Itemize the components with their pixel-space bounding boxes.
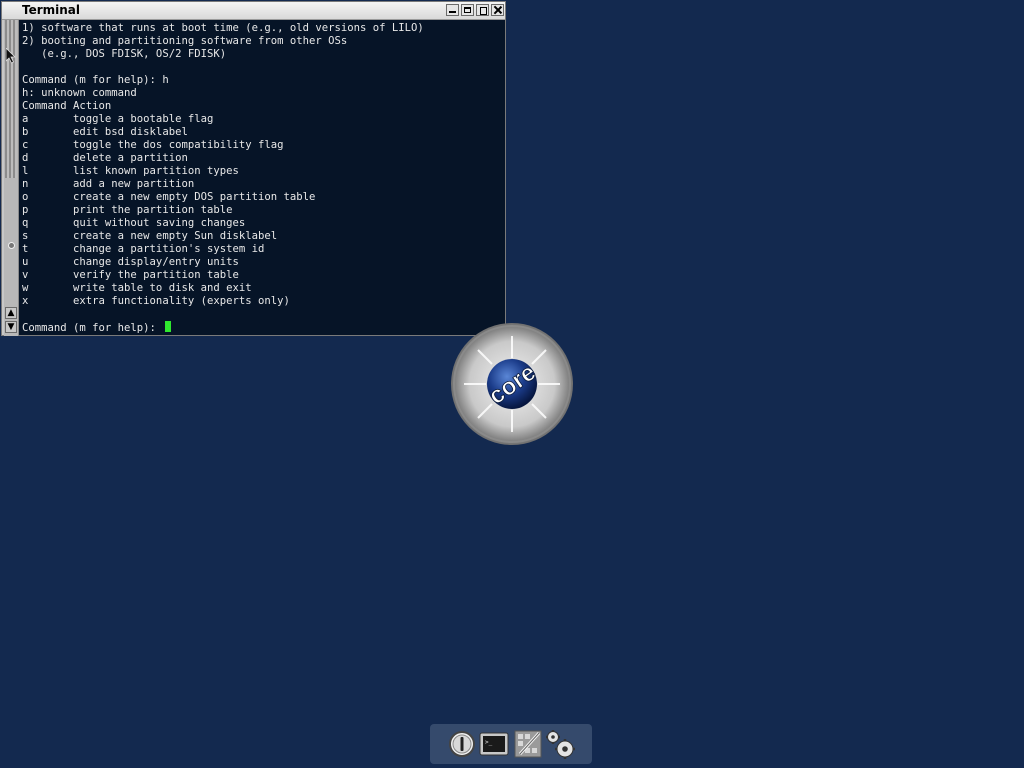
terminal-line: n add a new partition xyxy=(22,178,195,190)
terminal-output[interactable]: 1) software that runs at boot time (e.g.… xyxy=(19,20,505,335)
terminal-line: 2) booting and partitioning software fro… xyxy=(22,35,348,47)
terminal-line: t change a partition's system id xyxy=(22,243,265,255)
terminal-line: p print the partition table xyxy=(22,204,233,216)
shade-button[interactable] xyxy=(476,4,489,16)
window-titlebar[interactable]: Terminal xyxy=(2,2,505,20)
settings-gears-icon[interactable] xyxy=(544,728,576,760)
scroll-down-button[interactable]: ▼ xyxy=(5,321,17,333)
terminal-line: 1) software that runs at boot time (e.g.… xyxy=(22,22,424,34)
terminal-line: Command (m for help): h xyxy=(22,74,169,86)
terminal-line: u change display/entry units xyxy=(22,256,239,268)
window-title: Terminal xyxy=(22,3,81,17)
scroll-up-button[interactable]: ▲ xyxy=(5,307,17,319)
terminal-line: l list known partition types xyxy=(22,165,239,177)
dock: >_ xyxy=(430,724,592,764)
close-button[interactable] xyxy=(491,4,504,16)
terminal-line: c toggle the dos compatibility flag xyxy=(22,139,284,151)
terminal-prompt-line[interactable]: Command (m for help): xyxy=(22,321,172,334)
maximize-button[interactable] xyxy=(461,4,474,16)
terminal-line: b edit bsd disklabel xyxy=(22,126,188,138)
power-icon[interactable] xyxy=(446,728,478,760)
terminal-cursor xyxy=(165,321,172,332)
terminal-line: d delete a partition xyxy=(22,152,188,164)
terminal-line: h: unknown command xyxy=(22,87,137,99)
minimize-button[interactable] xyxy=(446,4,459,16)
terminal-line: o create a new empty DOS partition table xyxy=(22,191,316,203)
terminal-line: (e.g., DOS FDISK, OS/2 FDISK) xyxy=(22,48,227,60)
terminal-icon[interactable]: >_ xyxy=(478,728,510,760)
terminal-scrollbar[interactable]: ▲ ▼ xyxy=(4,20,19,336)
terminal-line: s create a new empty Sun disklabel xyxy=(22,230,278,242)
terminal-line: v verify the partition table xyxy=(22,269,239,281)
terminal-window[interactable]: Terminal ▲ ▼ 1) software that runs at bo… xyxy=(1,1,506,336)
terminal-line: Command Action xyxy=(22,100,112,112)
scroll-grip-icon xyxy=(8,242,15,249)
terminal-line: q quit without saving changes xyxy=(22,217,246,229)
terminal-line: a toggle a bootable flag xyxy=(22,113,214,125)
terminal-prompt: Command (m for help): xyxy=(22,322,163,334)
apps-icon[interactable] xyxy=(512,728,544,760)
terminal-line: x extra functionality (experts only) xyxy=(22,295,290,307)
scrollbar-thumb[interactable] xyxy=(5,20,17,178)
mouse-pointer-icon xyxy=(6,48,16,64)
terminal-line: w write table to disk and exit xyxy=(22,282,252,294)
core-logo: core xyxy=(451,323,573,445)
svg-text:>_: >_ xyxy=(485,739,493,746)
